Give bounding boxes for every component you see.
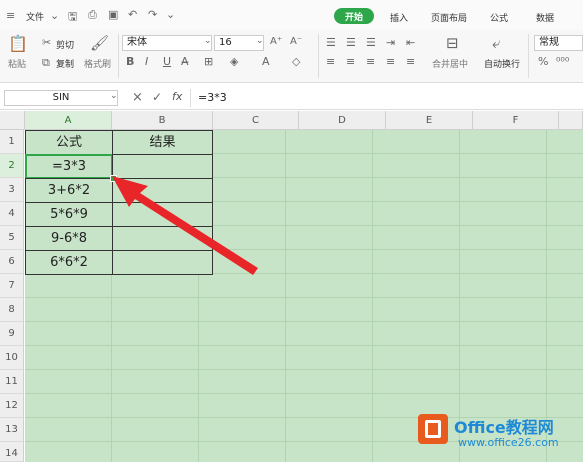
logo-inner-shape (425, 420, 441, 438)
office-logo-icon (418, 414, 448, 444)
watermark-brand: Office教程网 (454, 418, 554, 437)
watermark-url: www.office26.com (458, 436, 559, 449)
arrow-shape (112, 176, 258, 275)
red-arrow-icon (112, 176, 258, 275)
